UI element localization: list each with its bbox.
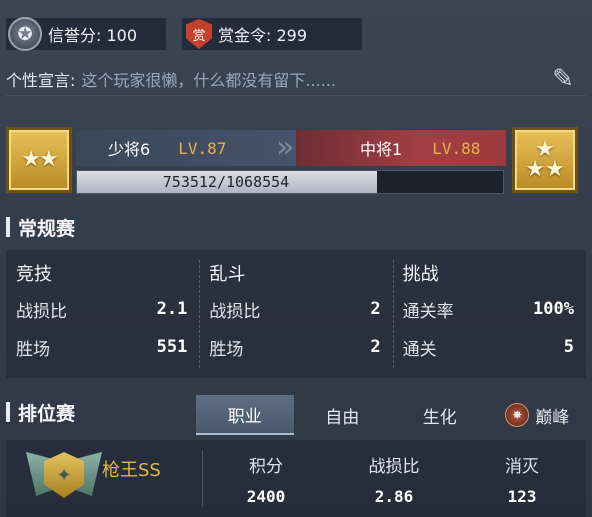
edit-icon[interactable]: ✎	[546, 62, 580, 96]
ranked-stats-panel: ✦ 枪王SS 积分 2400 战损比 2.86 消灭 123	[6, 440, 586, 517]
regular-title-text: 常规赛	[18, 217, 76, 240]
stat-row: 通关率 100%	[403, 290, 574, 328]
tab-label: 职业	[227, 406, 262, 427]
ranked-tabs: 职业 自由 生化 ✸ 巅峰	[196, 395, 586, 435]
current-rank-badge: ★★	[6, 127, 72, 193]
credit-score: ✪ 信誉分: 100	[6, 17, 166, 51]
bounty-tokens: 赏 赏金令: 299	[182, 18, 362, 50]
stat-key: 战损比	[209, 301, 261, 322]
next-rank-star-bottom: ★★	[525, 157, 565, 182]
stat-key: 胜场	[16, 339, 50, 360]
tab-pro[interactable]: 职业	[196, 395, 294, 435]
current-rank-name: 少将6	[108, 140, 151, 159]
stat-key: 通关	[402, 339, 437, 360]
regular-col-brawl[interactable]: 乱斗 战损比 2 胜场 2	[199, 250, 392, 378]
chevron-right-icon: »	[276, 130, 295, 165]
rank-emblem-icon: ✦	[26, 444, 102, 506]
next-rank: 中将1 LV.88	[296, 130, 506, 166]
regular-col-challenge[interactable]: 挑战 通关率 100% 通关 5	[392, 250, 586, 378]
tab-peak[interactable]: ✸ 巅峰	[489, 395, 587, 435]
stat-key: 消灭	[505, 457, 539, 477]
signature-text: 这个玩家很懒，什么都没有留下......	[81, 70, 336, 90]
col-head: 挑战	[402, 264, 439, 285]
regular-section-title: 常规赛	[6, 212, 75, 242]
stat-value: 551	[156, 337, 188, 357]
ranked-stat-kills: 消灭 123	[458, 440, 586, 517]
stat-value: 2.1	[156, 299, 188, 319]
stat-value: 5	[563, 337, 574, 357]
stat-row: 胜场 2	[209, 328, 380, 366]
next-rank-level: LV.88	[432, 138, 481, 158]
stat-row: 胜场 551	[16, 328, 187, 366]
xp-progress-track: 753512/1068554	[76, 170, 504, 194]
col-head: 乱斗	[209, 264, 246, 285]
credit-score-text: 信誉分: 100	[48, 26, 138, 45]
stat-value: 2.86	[374, 487, 414, 506]
stat-value: 2400	[246, 487, 286, 506]
signature-row: 个性宣言: 这个玩家很懒，什么都没有留下...... ✎	[6, 62, 586, 96]
ranked-title-text: 排位赛	[18, 402, 76, 425]
current-rank-level: LV.87	[178, 138, 227, 158]
stat-row: 战损比 2	[209, 290, 380, 328]
regular-stats: 竞技 战损比 2.1 胜场 551 乱斗 战损比 2 胜场 2 挑战 通关率 1…	[6, 250, 586, 378]
col-head: 竞技	[16, 264, 52, 285]
stat-value: 2	[370, 337, 381, 357]
stat-row: 通关 5	[403, 328, 574, 366]
stat-row: 战损比 2.1	[16, 290, 187, 328]
ranked-tier-name: 枪王SS	[102, 460, 161, 481]
ranked-stat-kd: 战损比 2.86	[330, 440, 458, 517]
regular-col-competitive[interactable]: 竞技 战损比 2.1 胜场 551	[6, 250, 199, 378]
laurel-badge-icon: ✪	[8, 17, 42, 51]
ranked-stat-points: 积分 2400	[202, 440, 330, 517]
signature-label: 个性宣言:	[6, 70, 76, 90]
next-rank-stars: ★ ★★	[525, 139, 565, 182]
xp-progress-text: 753512/1068554	[162, 173, 290, 191]
current-rank: 少将6 LV.87 »	[76, 130, 296, 166]
tab-zombie[interactable]: 生化	[391, 395, 489, 435]
stat-value: 100%	[533, 299, 574, 319]
tab-free[interactable]: 自由	[294, 395, 392, 435]
tab-label: 生化	[422, 407, 457, 428]
tab-label: 自由	[325, 407, 360, 428]
next-rank-name: 中将1	[360, 140, 403, 159]
stat-value: 123	[507, 487, 537, 506]
ranked-section-title: 排位赛	[6, 397, 75, 427]
stat-key: 战损比	[368, 457, 420, 477]
stat-key: 积分	[249, 457, 283, 477]
next-rank-badge: ★ ★★	[512, 127, 578, 193]
ranked-stats-row: 积分 2400 战损比 2.86 消灭 123	[202, 440, 586, 517]
section-bar	[6, 402, 10, 422]
emblem-core: ✦	[44, 452, 84, 498]
stat-key: 胜场	[209, 339, 244, 360]
section-bar	[6, 217, 10, 237]
peak-emblem-icon: ✸	[505, 403, 530, 427]
stat-key: 通关率	[402, 301, 454, 322]
current-rank-stars: ★★	[21, 147, 58, 172]
bounty-shield-icon: 赏	[186, 19, 212, 49]
bounty-tokens-text: 赏金令: 299	[218, 26, 308, 45]
tab-label: 巅峰	[535, 407, 570, 428]
rank-progress-bar: 少将6 LV.87 » 中将1 LV.88	[76, 130, 506, 166]
stat-key: 战损比	[16, 301, 67, 322]
stat-value: 2	[370, 299, 381, 319]
